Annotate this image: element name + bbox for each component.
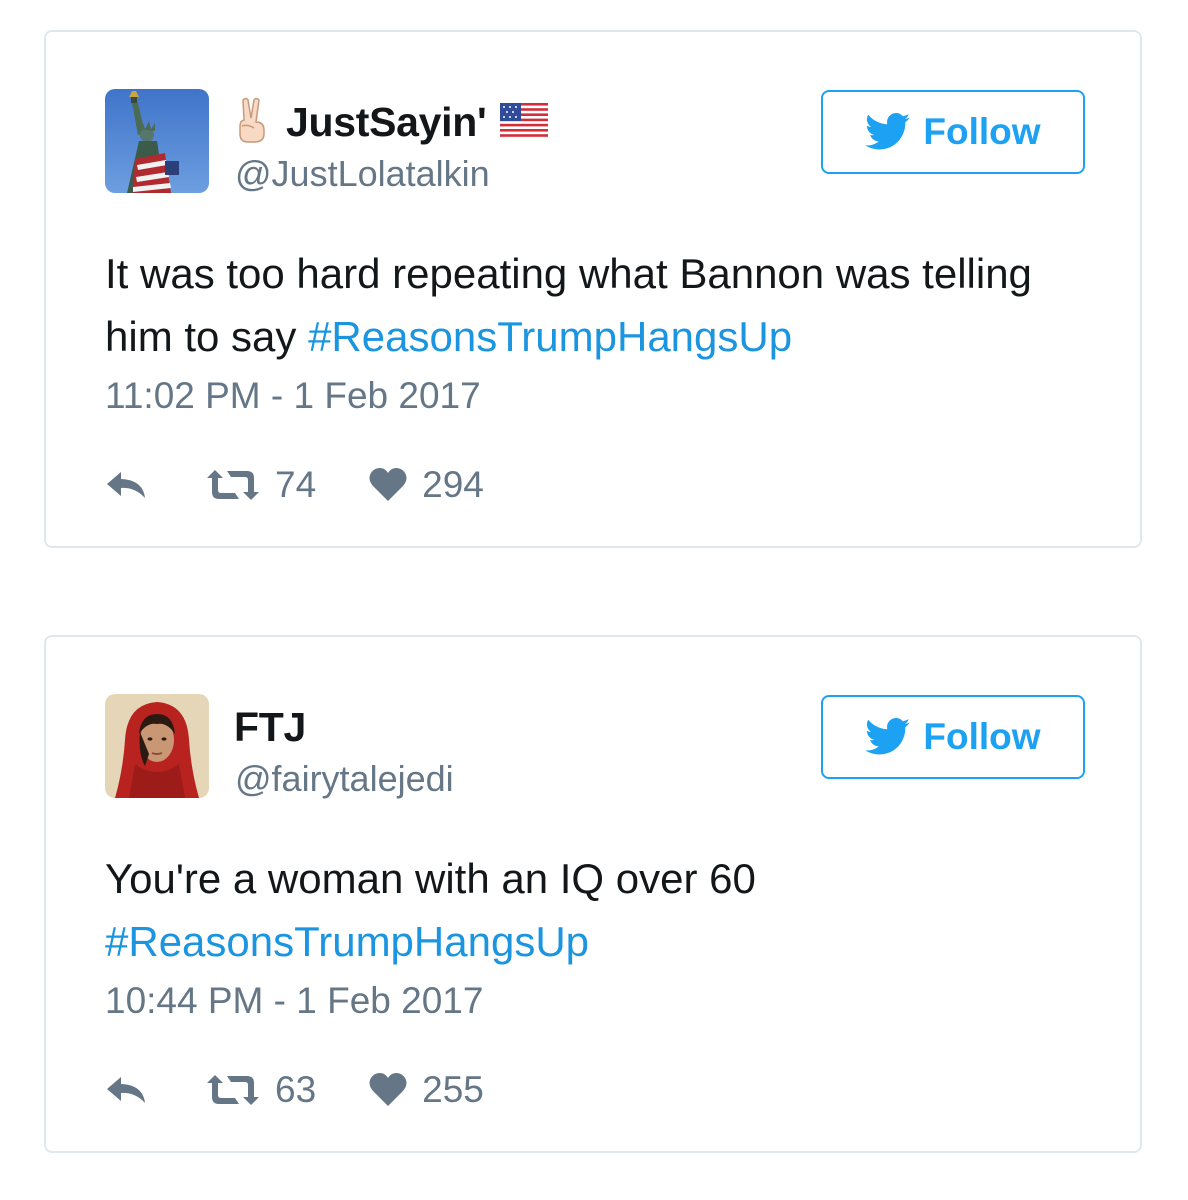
tweet-text: You're a woman with an IQ over 60 #Reaso… [105, 847, 1105, 973]
reply-button[interactable] [105, 1075, 149, 1105]
user-handle[interactable]: @JustLolatalkin [235, 153, 490, 195]
retweet-icon [207, 1075, 259, 1105]
tweet-actions: 74 294 [105, 460, 484, 510]
reply-icon [107, 1077, 145, 1103]
twitter-bird-icon [865, 113, 911, 150]
tweet-actions: 63 255 [105, 1065, 484, 1115]
retweet-count: 74 [275, 464, 317, 505]
reply-button[interactable] [105, 470, 149, 500]
retweet-count: 63 [275, 1069, 317, 1110]
hashtag-link[interactable]: #ReasonsTrumpHangsUp [308, 313, 792, 360]
like-button[interactable]: 255 [368, 1069, 484, 1111]
follow-button[interactable]: Follow [821, 90, 1085, 174]
follow-button[interactable]: Follow [821, 695, 1085, 779]
avatar[interactable] [105, 89, 209, 193]
follow-button-label: Follow [923, 111, 1041, 152]
display-name[interactable]: FTJ [234, 704, 306, 751]
twitter-bird-icon [865, 718, 911, 755]
reply-icon [107, 472, 145, 498]
statue-of-liberty-avatar-image [105, 89, 209, 193]
woman-in-red-scarf-avatar-image [105, 694, 209, 798]
avatar[interactable] [105, 694, 209, 798]
hashtag-link[interactable]: #ReasonsTrumpHangsUp [105, 918, 589, 965]
tweet-card: FTJ @fairytalejedi Follow You're a woman… [44, 635, 1142, 1153]
retweet-button[interactable]: 74 [205, 464, 316, 506]
retweet-icon [207, 470, 259, 500]
victory-hand-emoji-icon [234, 96, 272, 149]
name-row: FTJ [234, 701, 306, 753]
tweet-card: JustSayin' @JustLolatalkin Follow It was… [44, 30, 1142, 548]
retweet-button[interactable]: 63 [205, 1069, 316, 1111]
like-count: 255 [422, 1069, 484, 1110]
display-name[interactable]: JustSayin' [286, 99, 487, 146]
timestamp[interactable]: 11:02 PM - 1 Feb 2017 [105, 375, 481, 417]
like-count: 294 [422, 464, 484, 505]
name-row: JustSayin' [234, 96, 549, 149]
us-flag-icon [500, 102, 549, 142]
follow-button-label: Follow [923, 716, 1041, 757]
tweet-text: It was too hard repeating what Bannon wa… [105, 242, 1105, 368]
heart-icon [369, 468, 407, 501]
like-button[interactable]: 294 [368, 464, 484, 506]
timestamp[interactable]: 10:44 PM - 1 Feb 2017 [105, 980, 483, 1022]
tweet-body: You're a woman with an IQ over 60 [105, 855, 756, 902]
user-handle[interactable]: @fairytalejedi [235, 758, 454, 800]
heart-icon [369, 1073, 407, 1106]
